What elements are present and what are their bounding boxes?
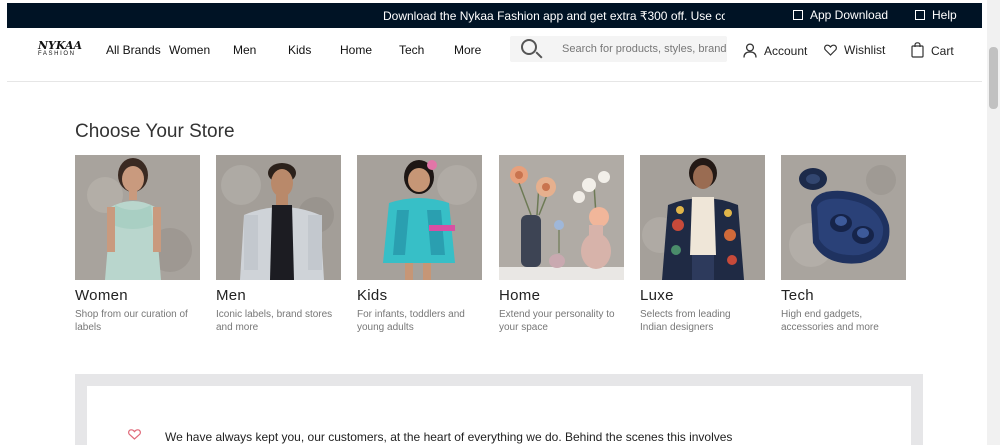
store-desc: Iconic labels, brand stores and more — [216, 309, 333, 333]
customer-promise-panel: We have always kept you, our customers, … — [75, 374, 923, 445]
app-download-link[interactable]: App Download — [793, 8, 888, 22]
search-icon[interactable] — [518, 36, 546, 62]
nav-all-brands[interactable]: All Brands — [106, 43, 161, 57]
store-card-men[interactable]: Men Iconic labels, brand stores and more — [216, 155, 341, 334]
store-name: Tech — [781, 287, 814, 304]
account-button[interactable]: Account — [743, 43, 807, 58]
promise-text: We have always kept you, our customers, … — [165, 430, 733, 444]
nav-home[interactable]: Home — [340, 43, 372, 57]
cart-label: Cart — [931, 44, 954, 58]
nav-kids[interactable]: Kids — [288, 43, 311, 57]
cart-button[interactable]: Cart — [911, 41, 954, 58]
nykaa-fashion-logo[interactable]: NYKAA FASHION — [38, 39, 82, 61]
account-label: Account — [764, 43, 808, 58]
store-name: Luxe — [640, 287, 674, 304]
store-name: Men — [216, 287, 247, 304]
tech-store-image — [781, 155, 906, 280]
help-link[interactable]: Help — [915, 8, 957, 22]
wishlist-button[interactable]: Wishlist — [824, 43, 885, 57]
wishlist-label: Wishlist — [844, 43, 886, 57]
store-card-kids[interactable]: Kids For infants, toddlers and young adu… — [357, 155, 482, 334]
nav-women[interactable]: Women — [169, 43, 210, 57]
search-input[interactable] — [562, 43, 727, 55]
store-card-luxe[interactable]: Luxe Selects from leading Indian designe… — [640, 155, 765, 334]
nav-more[interactable]: More — [454, 43, 481, 57]
store-list: Women Shop from our curation of labels M… — [75, 155, 907, 335]
store-name: Home — [499, 287, 541, 304]
nav-tech[interactable]: Tech — [399, 43, 424, 57]
nav-men[interactable]: Men — [233, 43, 256, 57]
store-card-women[interactable]: Women Shop from our curation of labels — [75, 155, 200, 334]
page-scrollbar[interactable] — [987, 0, 1000, 445]
search-bar[interactable] — [510, 36, 727, 62]
store-desc: Extend your personality to your space — [499, 309, 615, 333]
store-name: Women — [75, 287, 128, 304]
announcement-bar: Download the Nykaa Fashion app and get e… — [7, 3, 982, 28]
kids-store-image — [357, 155, 482, 280]
app-download-label: App Download — [810, 8, 889, 22]
store-desc: For infants, toddlers and young adults — [357, 309, 465, 333]
luxe-store-image — [640, 155, 765, 280]
heart-icon — [128, 429, 141, 440]
heart-icon — [824, 44, 837, 56]
store-desc: Selects from leading Indian designers — [640, 309, 731, 333]
shopping-bag-icon — [911, 41, 924, 58]
men-store-image — [216, 155, 341, 280]
store-desc: Shop from our curation of labels — [75, 309, 188, 333]
store-card-tech[interactable]: Tech High end gadgets, accessories and m… — [781, 155, 906, 334]
help-icon — [915, 10, 925, 20]
women-store-image — [75, 155, 200, 280]
help-label: Help — [932, 8, 957, 22]
home-store-image — [499, 155, 624, 280]
store-card-home[interactable]: Home Extend your personality to your spa… — [499, 155, 624, 334]
section-title: Choose Your Store — [75, 121, 235, 142]
store-desc: High end gadgets, accessories and more — [781, 309, 879, 333]
site-header: NYKAA FASHION All Brands Women Men Kids … — [7, 28, 982, 82]
scrollbar-thumb[interactable] — [989, 47, 998, 109]
user-icon — [743, 43, 757, 58]
store-name: Kids — [357, 287, 388, 304]
promo-text[interactable]: Download the Nykaa Fashion app and get e… — [383, 9, 725, 23]
phone-icon — [793, 10, 803, 20]
